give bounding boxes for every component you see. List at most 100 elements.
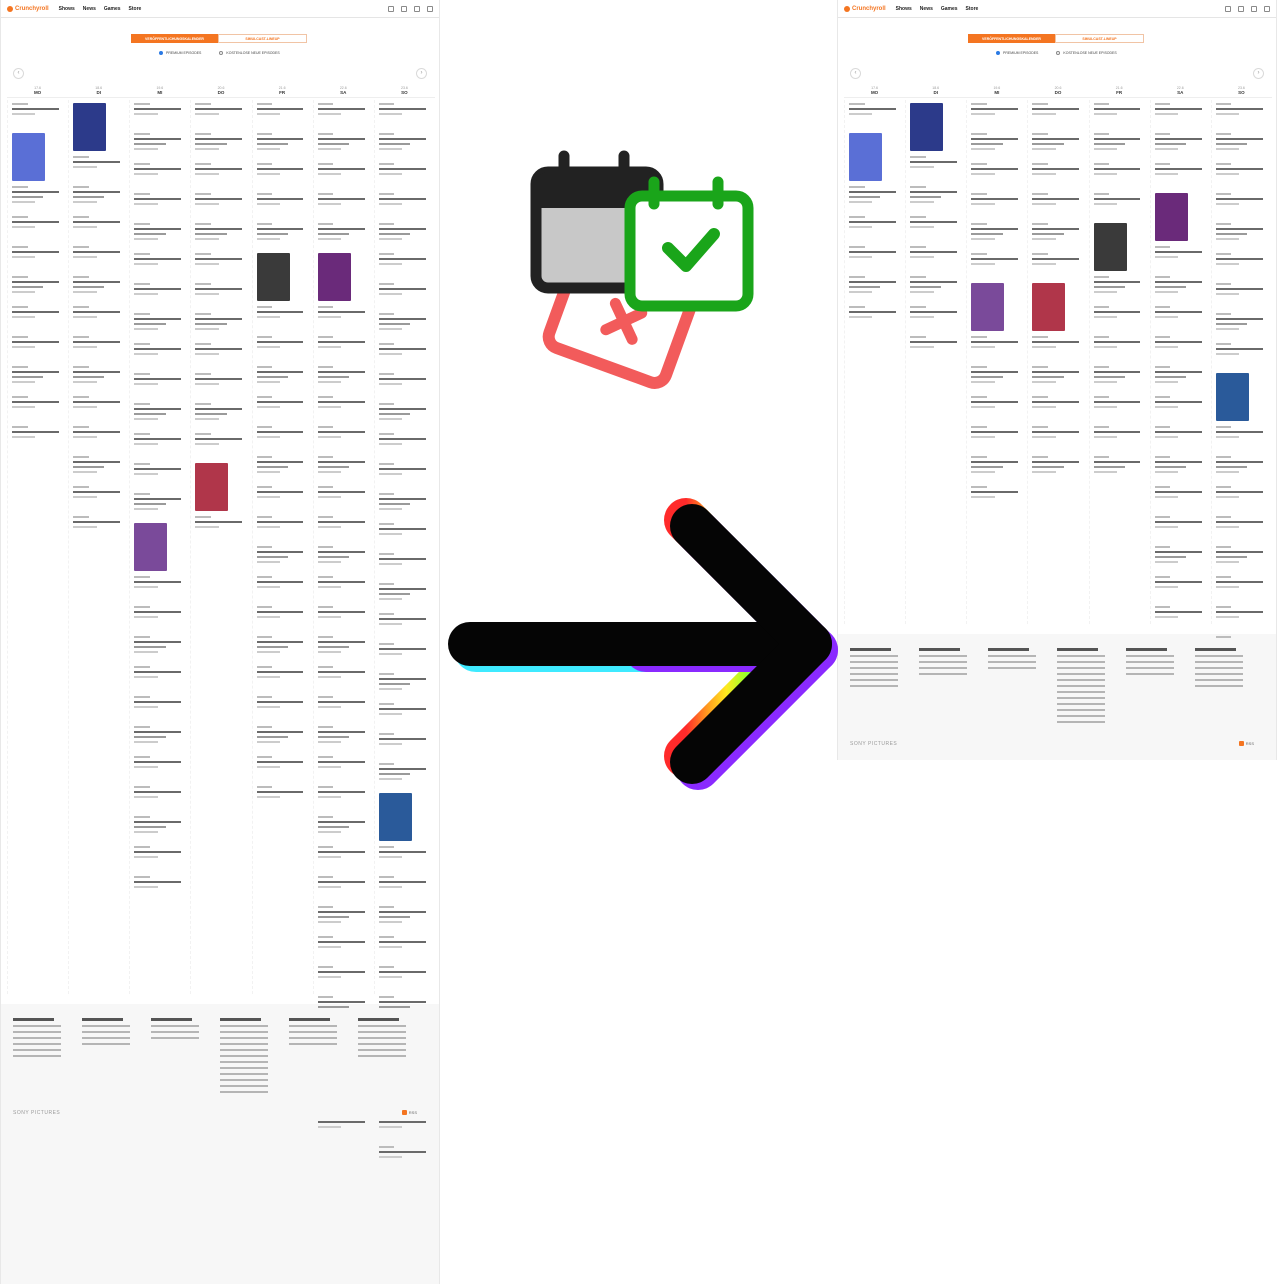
footer-link[interactable] <box>13 1025 62 1027</box>
episode-entry[interactable] <box>317 306 370 332</box>
episode-entry[interactable] <box>195 253 247 279</box>
episode-entry[interactable] <box>73 426 125 452</box>
episode-entry[interactable] <box>317 516 370 542</box>
episode-entry[interactable] <box>134 846 186 872</box>
filter-premium[interactable]: PREMIUM EPISODES <box>159 51 201 55</box>
footer-link[interactable] <box>1195 673 1244 675</box>
episode-entry[interactable] <box>971 426 1023 452</box>
episode-entry[interactable] <box>317 576 370 602</box>
episode-entry[interactable] <box>195 133 247 159</box>
episode-entry[interactable] <box>378 643 431 669</box>
episode-entry[interactable] <box>1154 306 1207 332</box>
footer-link[interactable] <box>220 1049 269 1051</box>
bookmark-icon[interactable] <box>1225 5 1231 12</box>
episode-entry[interactable] <box>1093 133 1146 159</box>
next-week-button[interactable]: › <box>1253 68 1264 79</box>
episode-entry[interactable] <box>971 193 1023 219</box>
episode-entry[interactable] <box>971 253 1023 279</box>
episode-thumbnail[interactable] <box>73 103 107 151</box>
footer-link[interactable] <box>220 1043 269 1045</box>
footer-link[interactable] <box>988 655 1037 657</box>
episode-entry[interactable] <box>317 816 370 842</box>
episode-entry[interactable] <box>12 216 64 242</box>
episode-entry[interactable] <box>317 726 370 752</box>
episode-entry[interactable] <box>1215 576 1268 602</box>
episode-entry[interactable] <box>256 606 309 632</box>
episode-entry[interactable] <box>1215 343 1268 369</box>
footer-link[interactable] <box>220 1025 269 1027</box>
footer-link[interactable] <box>220 1055 269 1057</box>
episode-thumbnail[interactable] <box>1032 283 1066 331</box>
episode-entry[interactable] <box>378 103 431 129</box>
episode-entry[interactable] <box>195 103 247 129</box>
episode-entry[interactable] <box>12 336 64 362</box>
episode-entry[interactable] <box>256 133 309 159</box>
episode-entry[interactable] <box>317 756 370 782</box>
episode-entry[interactable] <box>378 223 431 249</box>
episode-entry[interactable] <box>134 606 186 632</box>
episode-entry[interactable] <box>195 433 247 459</box>
tab-release-calendar[interactable]: VERÖFFENTLICHUNGSKALENDER <box>131 34 218 43</box>
episode-entry[interactable] <box>1093 366 1146 392</box>
episode-entry[interactable] <box>317 366 370 392</box>
episode-entry[interactable] <box>317 396 370 422</box>
footer-link[interactable] <box>850 679 899 681</box>
search-icon[interactable] <box>1264 5 1270 12</box>
footer-link[interactable] <box>919 661 968 663</box>
footer-link[interactable] <box>1057 715 1106 717</box>
episode-entry[interactable] <box>12 426 64 452</box>
footer-link[interactable] <box>1195 661 1244 663</box>
footer-link[interactable] <box>13 1043 62 1045</box>
footer-link[interactable] <box>220 1067 269 1069</box>
episode-thumbnail[interactable] <box>317 253 351 301</box>
footer-link[interactable] <box>220 1085 269 1087</box>
episode-entry[interactable] <box>73 366 125 392</box>
episode-entry[interactable] <box>195 516 247 542</box>
footer-link[interactable] <box>919 655 968 657</box>
episode-entry[interactable] <box>317 546 370 572</box>
episode-entry[interactable] <box>849 216 901 242</box>
episode-entry[interactable] <box>256 103 309 129</box>
episode-entry[interactable] <box>1154 576 1207 602</box>
episode-entry[interactable] <box>73 186 125 212</box>
episode-entry[interactable] <box>971 163 1023 189</box>
episode-entry[interactable] <box>1032 103 1084 129</box>
episode-entry[interactable] <box>195 373 247 399</box>
episode-entry[interactable] <box>256 456 309 482</box>
episode-entry[interactable] <box>73 156 125 182</box>
prev-week-button[interactable]: ‹ <box>850 68 861 79</box>
episode-entry[interactable] <box>134 816 186 842</box>
episode-entry[interactable] <box>317 786 370 812</box>
episode-entry[interactable] <box>378 313 431 339</box>
episode-entry[interactable] <box>317 846 370 872</box>
episode-entry[interactable] <box>256 576 309 602</box>
footer-link[interactable] <box>1057 703 1106 705</box>
episode-entry[interactable] <box>1215 313 1268 339</box>
footer-link[interactable] <box>1126 655 1175 657</box>
episode-entry[interactable] <box>1154 396 1207 422</box>
episode-entry[interactable] <box>256 516 309 542</box>
episode-entry[interactable] <box>195 163 247 189</box>
episode-entry[interactable] <box>134 103 186 129</box>
episode-thumbnail[interactable] <box>12 133 45 181</box>
episode-entry[interactable] <box>378 463 431 489</box>
footer-link[interactable] <box>220 1031 269 1033</box>
episode-entry[interactable] <box>1215 426 1268 452</box>
footer-link[interactable] <box>82 1025 131 1027</box>
episode-entry[interactable] <box>256 486 309 512</box>
tab-simulcast-lineup[interactable]: SIMULCAST-LINEUP <box>1055 34 1144 43</box>
footer-link[interactable] <box>1057 721 1106 723</box>
episode-entry[interactable] <box>1215 606 1268 632</box>
filter-premium[interactable]: PREMIUM EPISODES <box>996 51 1038 55</box>
episode-entry[interactable] <box>1215 486 1268 512</box>
footer-link[interactable] <box>988 667 1037 669</box>
episode-entry[interactable] <box>378 373 431 399</box>
footer-link[interactable] <box>220 1061 269 1063</box>
episode-entry[interactable] <box>971 456 1023 482</box>
episode-entry[interactable] <box>317 193 370 219</box>
episode-entry[interactable] <box>256 163 309 189</box>
episode-entry[interactable] <box>1154 336 1207 362</box>
episode-entry[interactable] <box>195 343 247 369</box>
footer-link[interactable] <box>988 661 1037 663</box>
footer-link[interactable] <box>289 1025 338 1027</box>
